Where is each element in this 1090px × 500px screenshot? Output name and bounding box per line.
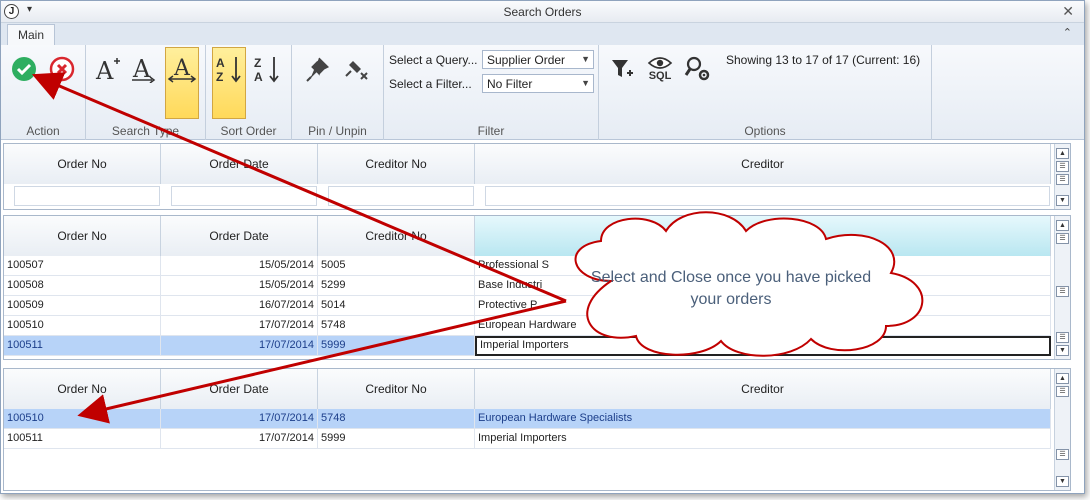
arrow-to-selected-orders — [77, 299, 567, 424]
search-orders-window: J ▾ Search Orders ✕ Main ⌃ Action A A A … — [0, 0, 1085, 494]
callout-text: Select and Close once you have picked yo… — [590, 269, 872, 308]
arrow-to-select-button — [31, 72, 567, 303]
